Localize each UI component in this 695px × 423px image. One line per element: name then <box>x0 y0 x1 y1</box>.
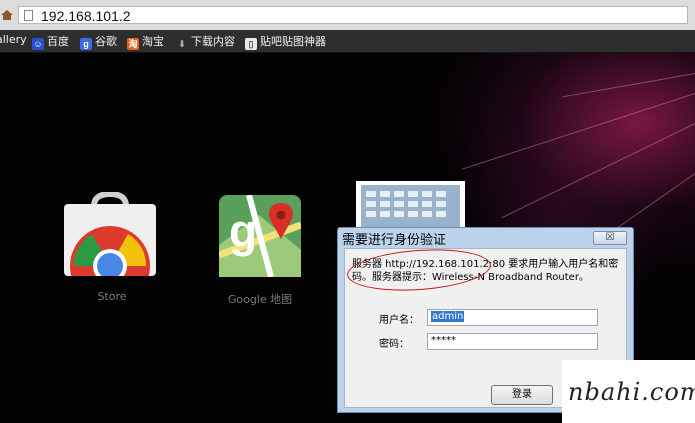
bookmark-taobao[interactable]: 淘淘宝 <box>127 33 164 50</box>
bookmark-google[interactable]: g 谷歌 <box>80 33 117 50</box>
bookmark-baidu[interactable]: ☺ 百度 <box>32 33 69 50</box>
bookmark-downloads[interactable]: ⬇ 下载内容 <box>176 33 235 49</box>
google-maps-icon: g <box>217 194 303 278</box>
app-label: Store <box>97 290 127 303</box>
app-label: Google 地图 <box>227 293 293 306</box>
password-label: 密码： <box>379 339 409 350</box>
background-light-streak <box>561 73 695 98</box>
app-google-maps[interactable]: g Google 地图 <box>217 194 303 306</box>
bookmark-label: 谷歌 <box>95 35 117 48</box>
bookmark-label: allery <box>0 33 27 46</box>
bookmark-label: 贴吧贴图神器 <box>260 35 326 48</box>
download-icon: ⬇ <box>178 39 186 49</box>
bookmark-label: 淘宝 <box>142 35 164 48</box>
bookmark-label: 百度 <box>47 35 69 48</box>
close-button[interactable]: ☒ <box>593 231 627 245</box>
app-store[interactable]: Store <box>64 190 156 306</box>
login-button[interactable]: 登录 <box>491 385 553 405</box>
address-bar-area: 192.168.101.2 <box>0 0 695 30</box>
baidu-icon: ☺ <box>32 38 44 50</box>
watermark-text: nbahi.com <box>568 378 695 406</box>
chrome-web-store-icon <box>64 190 156 306</box>
bookmark-gallery[interactable]: allery <box>0 33 27 49</box>
url-input[interactable]: 192.168.101.2 <box>18 6 688 24</box>
bookmark-tieba[interactable]: ▯ 贴吧贴图神器 <box>245 33 326 50</box>
dialog-title: 需要进行身份验证 <box>342 233 447 248</box>
watermark: nbahi.com <box>562 360 695 423</box>
bookmark-label: 下载内容 <box>191 35 235 48</box>
app-thumbnail[interactable] <box>356 181 465 229</box>
username-field[interactable]: admin <box>427 309 598 326</box>
svg-text:g: g <box>229 205 257 257</box>
page-icon: ▯ <box>245 38 257 50</box>
url-text: 192.168.101.2 <box>41 8 131 24</box>
username-label: 用户名： <box>379 315 419 326</box>
google-icon: g <box>80 38 92 50</box>
calculator-icon <box>361 185 460 229</box>
highlight-annotation-oval <box>345 245 493 295</box>
bookmarks-bar: allery ☺百度 g谷歌 淘淘宝 ⬇ 下载内容 ▯贴吧贴图神器 <box>0 30 695 53</box>
password-field[interactable]: ***** <box>427 333 598 350</box>
background-light-streak <box>461 93 695 170</box>
password-value: ***** <box>431 335 456 346</box>
taobao-icon: 淘 <box>127 38 139 50</box>
username-value: admin <box>431 311 465 322</box>
background-light-streak <box>501 123 695 219</box>
page-icon <box>24 10 33 21</box>
home-icon[interactable] <box>0 9 14 21</box>
